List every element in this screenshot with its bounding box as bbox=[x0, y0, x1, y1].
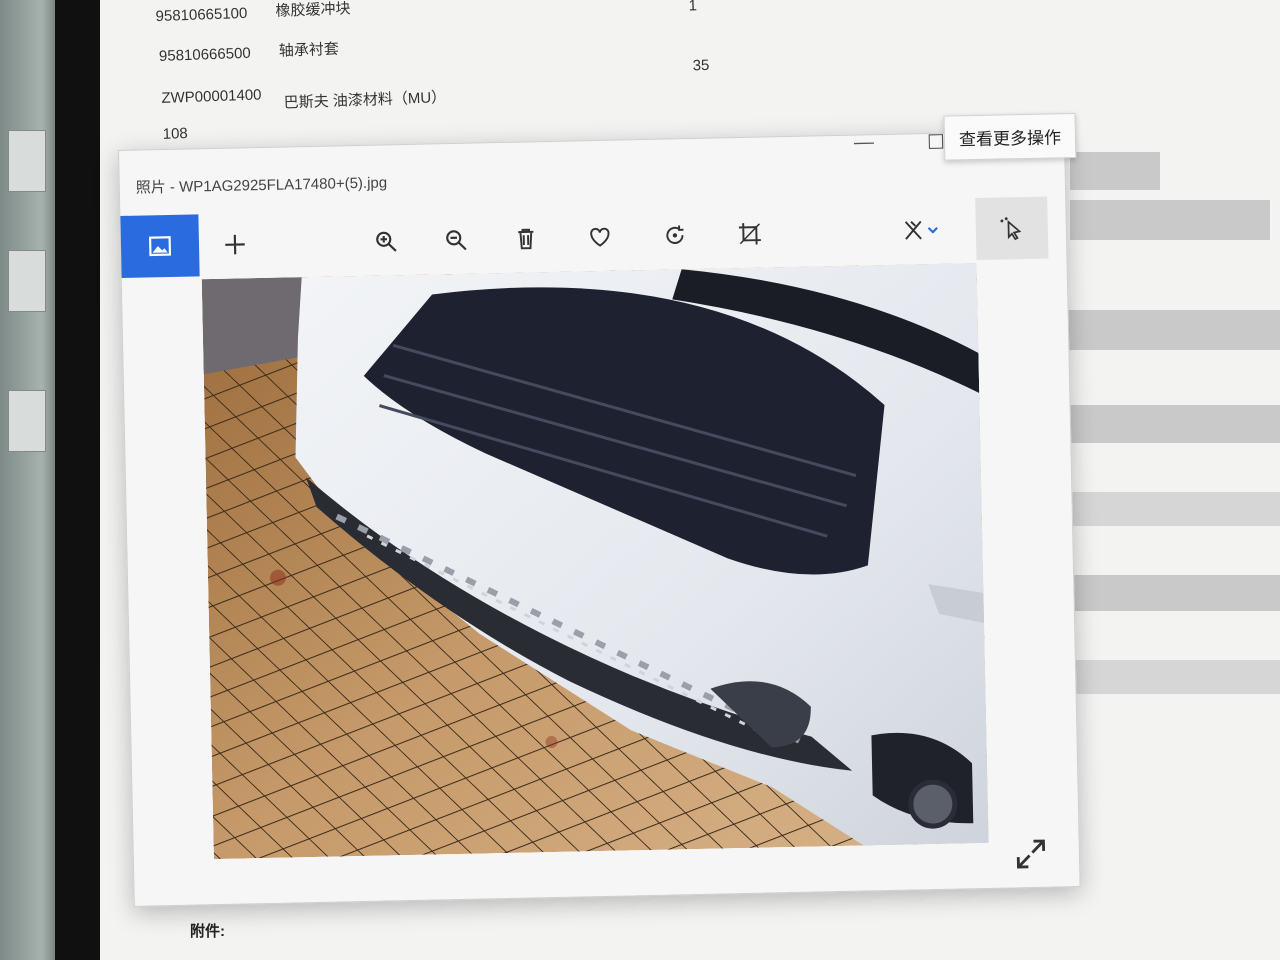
delete-icon bbox=[518, 228, 534, 250]
placeholder-bar bbox=[1055, 492, 1280, 526]
more-actions-button[interactable] bbox=[975, 196, 1049, 261]
add-button[interactable] bbox=[202, 213, 267, 276]
part-number: ZWP00001400 bbox=[161, 86, 262, 107]
minimize-button[interactable]: — bbox=[854, 131, 874, 154]
fullscreen-button[interactable] bbox=[1014, 837, 1049, 872]
maximize-button[interactable]: ☐ bbox=[927, 130, 945, 155]
favorite-button[interactable] bbox=[567, 205, 632, 268]
wall-picture bbox=[8, 130, 46, 192]
rotate-icon bbox=[666, 225, 684, 244]
placeholder-bar bbox=[1055, 575, 1280, 611]
zoom-in-icon bbox=[376, 231, 397, 252]
part-number: 108 bbox=[162, 125, 189, 143]
view-photo-button[interactable] bbox=[120, 214, 200, 278]
favorite-icon bbox=[590, 227, 610, 247]
wall-picture bbox=[8, 250, 46, 312]
part-number: 95810665100 bbox=[155, 4, 248, 26]
wall-picture bbox=[8, 390, 46, 452]
rotate-button[interactable] bbox=[642, 204, 707, 267]
part-name: 巴斯夫 油漆材料（MU） bbox=[283, 88, 447, 112]
add-icon bbox=[225, 234, 245, 255]
expand-icon bbox=[1016, 839, 1046, 869]
part-name: 橡胶缓冲块 bbox=[275, 0, 351, 20]
part-qty: 1 bbox=[688, 0, 698, 15]
zoom-out-icon bbox=[446, 230, 467, 251]
crop-button[interactable] bbox=[717, 202, 782, 265]
zoom-in-button[interactable] bbox=[353, 210, 418, 273]
part-name: 轴承衬套 bbox=[278, 40, 340, 60]
zoom-out-button[interactable] bbox=[423, 208, 488, 271]
photo-content bbox=[201, 263, 989, 860]
photo-viewer-window: 照片 - WP1AG2925FLA17480+(5).jpg — ☐ 查看更多操… bbox=[118, 112, 1081, 907]
view-photo-icon bbox=[148, 236, 172, 257]
window-title: 照片 - WP1AG2925FLA17480+(5).jpg bbox=[135, 174, 388, 197]
more-actions-icon bbox=[1000, 217, 1022, 241]
placeholder-bar bbox=[1055, 310, 1280, 350]
attachment-label: 附件: bbox=[190, 923, 225, 940]
crop-icon bbox=[738, 223, 761, 245]
placeholder-bar bbox=[1070, 152, 1160, 190]
more-actions-tooltip: 查看更多操作 bbox=[943, 112, 1077, 161]
placeholder-bar bbox=[1055, 660, 1280, 694]
screen: 95810665100 橡胶缓冲块 1 95810666500 轴承衬套 ZWP… bbox=[0, 0, 1280, 960]
placeholder-bar bbox=[1070, 200, 1270, 240]
part-qty: 35 bbox=[692, 56, 710, 75]
edit-button[interactable] bbox=[880, 198, 959, 262]
placeholder-bar bbox=[1055, 405, 1280, 443]
edit-icon bbox=[904, 220, 938, 240]
part-number: 95810666500 bbox=[158, 44, 252, 65]
car-bumper-photo bbox=[201, 263, 989, 860]
delete-button[interactable] bbox=[493, 207, 558, 270]
